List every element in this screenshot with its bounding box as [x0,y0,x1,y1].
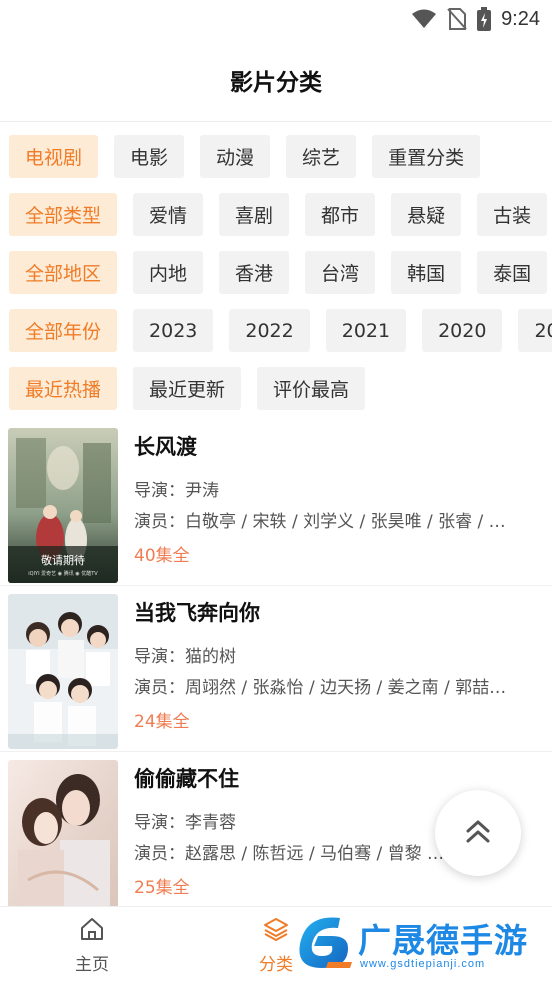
filter-row-year: 全部年份 2023 2022 2021 2020 2019 [9,309,552,353]
chip-region-korea[interactable]: 韩国 [391,251,462,294]
chip-region-taiwan[interactable]: 台湾 [305,251,376,294]
chip-year-2019[interactable]: 2019 [518,309,552,352]
double-chevron-up-icon [464,817,492,849]
show-director: 导演：尹涛 [134,481,219,501]
poster-caption: 敬请期待 [41,554,85,567]
chip-year-2021[interactable]: 2021 [325,309,407,352]
chip-sort-rating[interactable]: 评价最高 [257,367,366,410]
show-title[interactable]: 长风渡 [134,430,542,464]
chip-category-variety[interactable]: 综艺 [286,135,357,178]
reset-filter-button[interactable]: 重置分类 [372,135,481,178]
chip-sort-updated[interactable]: 最近更新 [133,367,242,410]
filter-row-genre: 全部类型 爱情 喜剧 都市 悬疑 古装 [9,193,552,237]
poster-image: 敬请期待 iQIYI 爱奇艺 ◉ 腾讯 ◉ 优酷TV [8,428,118,583]
chip-genre-costume[interactable]: 古装 [477,193,548,236]
watermark-url: www.gsdtiepianji.com [360,958,486,970]
show-director: 导演：猫的树 [134,647,236,667]
filter-row-category: 电视剧 电影 动漫 综艺 重置分类 [9,135,496,179]
home-icon [79,916,105,946]
chip-category-anime[interactable]: 动漫 [200,135,271,178]
chip-genre-all[interactable]: 全部类型 [9,193,118,236]
chip-sort-hot[interactable]: 最近热播 [9,367,118,410]
filter-row-region: 全部地区 内地 香港 台湾 韩国 泰国 [9,251,552,295]
episode-count: 40集全 [134,546,190,566]
status-bar: 9:24 [0,0,552,38]
episode-count: 24集全 [134,712,190,732]
chip-year-2023[interactable]: 2023 [133,309,214,352]
chip-region-hongkong[interactable]: 香港 [219,251,290,294]
poster-logos: iQIYI 爱奇艺 ◉ 腾讯 ◉ 优酷TV [28,571,98,577]
filter-row-sort: 最近热播 最近更新 评价最高 [9,367,381,411]
scroll-to-top-button[interactable] [435,790,521,876]
chip-region-all[interactable]: 全部地区 [9,251,118,294]
list-item[interactable]: 当我飞奔向你 导演：猫的树 演员：周翊然 / 张淼怡 / 边天扬 / 姜之南 /… [0,586,552,752]
show-cast: 演员：周翊然 / 张淼怡 / 边天扬 / 姜之南 / 郭喆… [134,678,507,698]
page-title: 影片分类 [230,69,322,96]
layers-icon [263,916,289,946]
wifi-icon [411,9,437,29]
tab-home[interactable]: 主页 [42,907,142,983]
show-cast: 演员：白敬亭 / 宋轶 / 刘学义 / 张昊唯 / 张睿 / … [134,512,506,532]
clock: 9:24 [501,7,540,30]
filter-panel: 电视剧 电影 动漫 综艺 重置分类 全部类型 爱情 喜剧 都市 悬疑 古装 全部… [0,122,552,412]
chip-genre-comedy[interactable]: 喜剧 [219,193,290,236]
chip-category-tv[interactable]: 电视剧 [9,135,99,178]
chip-category-movie[interactable]: 电影 [114,135,185,178]
list-item[interactable]: 敬请期待 iQIYI 爱奇艺 ◉ 腾讯 ◉ 优酷TV 长风渡 导演：尹涛 演员：… [0,420,552,586]
no-sim-icon [447,8,467,30]
chip-region-mainland[interactable]: 内地 [133,251,204,294]
chip-genre-urban[interactable]: 都市 [305,193,376,236]
poster-image [8,760,118,906]
show-title[interactable]: 当我飞奔向你 [134,596,542,630]
tab-home-label: 主页 [75,955,109,975]
episode-count: 25集全 [134,878,190,898]
chip-year-2020[interactable]: 2020 [422,309,503,352]
chip-year-2022[interactable]: 2022 [229,309,310,352]
poster-image [8,594,118,749]
battery-charging-icon [477,7,492,31]
watermark-logo-icon [292,910,356,978]
chip-region-thailand[interactable]: 泰国 [477,251,548,294]
watermark-text: 广晟德手游 [358,921,528,960]
chip-year-all[interactable]: 全部年份 [9,309,118,352]
header: 影片分类 [0,38,552,122]
watermark: 广晟德手游 www.gsdtiepianji.com [290,908,552,983]
tab-category-label: 分类 [259,955,293,975]
chip-genre-romance[interactable]: 爱情 [133,193,204,236]
chip-genre-mystery[interactable]: 悬疑 [391,193,462,236]
